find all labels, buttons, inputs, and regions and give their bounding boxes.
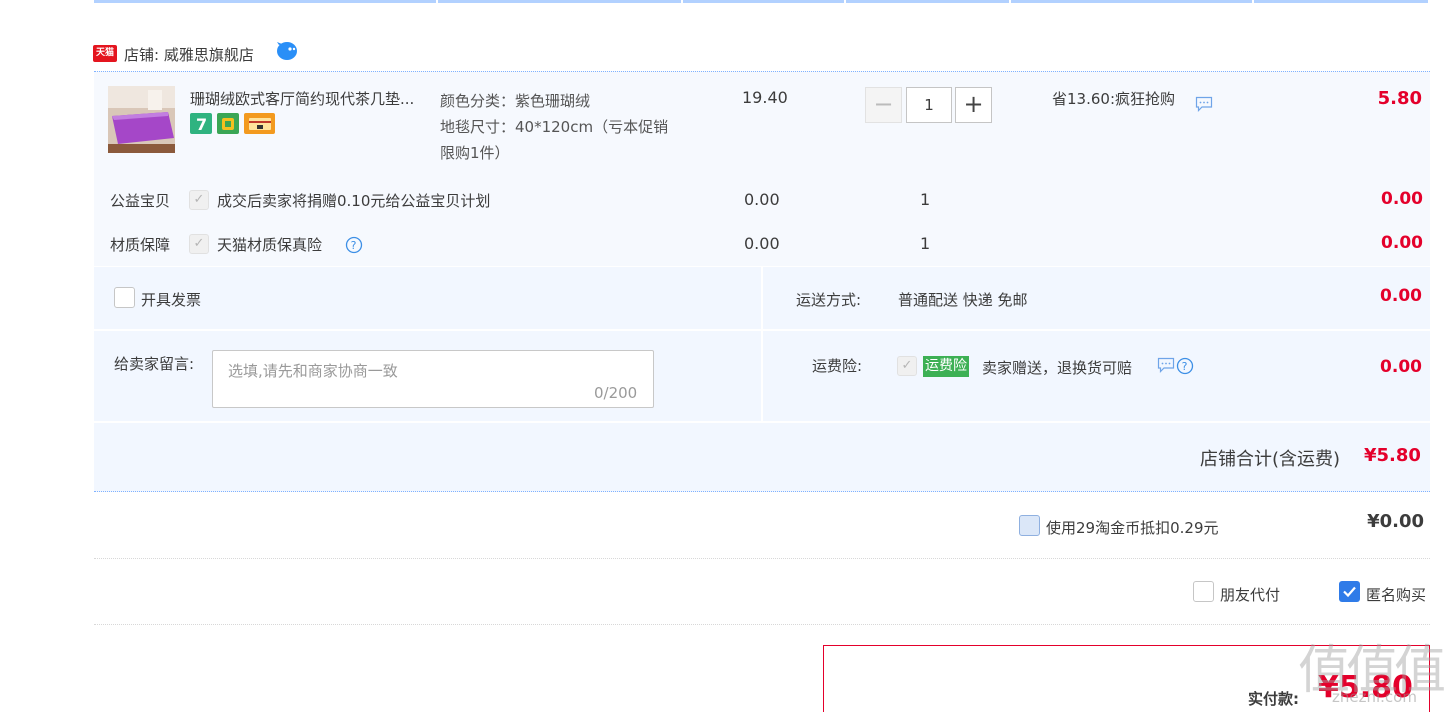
wangwang-chat-icon[interactable] xyxy=(276,41,298,61)
taobao-coin-discount: ¥0.00 xyxy=(1367,511,1424,532)
seller-message-placeholder: 选填,请先和商家协商一致 xyxy=(228,362,398,380)
service-label: 公益宝贝 xyxy=(110,192,171,210)
guarantee-shield-icon[interactable] xyxy=(217,113,239,134)
shipping-insurance-tag: 运费险 xyxy=(923,356,969,377)
service-label: 材质保障 xyxy=(110,236,171,254)
shipping-method-value: 普通配送 快递 免邮 xyxy=(898,291,1028,309)
material-insurance-checkbox: ✓ xyxy=(189,234,209,254)
shop-name-link[interactable]: 店铺: 威雅思旗舰店 xyxy=(124,44,254,65)
charity-checkbox: ✓ xyxy=(189,190,209,210)
product-title-link[interactable]: 珊瑚绒欧式客厅简约现代茶几垫... xyxy=(190,88,435,109)
seller-message-label: 给卖家留言: xyxy=(114,355,195,373)
invoice-label[interactable]: 开具发票 xyxy=(141,289,201,310)
service-price: 0.00 xyxy=(744,234,780,253)
friend-pay-label[interactable]: 朋友代付 xyxy=(1220,584,1280,605)
insurance-comment-icon[interactable] xyxy=(1157,357,1175,373)
svg-text:?: ? xyxy=(1182,360,1188,373)
promotion-comment-icon[interactable] xyxy=(1195,96,1213,112)
charity-text: 成交后卖家将捐赠0.10元给公益宝贝计划 xyxy=(217,192,491,210)
invoice-checkbox[interactable] xyxy=(114,287,135,308)
table-header-strip xyxy=(94,0,1430,3)
svg-text:?: ? xyxy=(351,239,357,252)
material-insurance-text: 天猫材质保真险 xyxy=(217,236,323,254)
shipping-insurance-fee: 0.00 xyxy=(1380,357,1422,377)
shipping-panel xyxy=(763,267,1430,329)
shipping-insurance-checkbox: ✓ xyxy=(897,356,917,376)
divider xyxy=(94,624,1430,625)
sku-size: 地毯尺寸：40*120cm（亏本促销限购1件） xyxy=(440,118,669,162)
item-subtotal: 5.80 xyxy=(1377,88,1422,109)
service-total: 0.00 xyxy=(1381,189,1423,209)
friend-pay-checkbox[interactable] xyxy=(1193,581,1214,602)
anonymous-purchase-checkbox[interactable] xyxy=(1339,581,1360,602)
unit-price: 19.40 xyxy=(742,88,788,107)
promotion-text: 省13.60:疯狂抢购 xyxy=(1052,90,1175,108)
help-question-icon[interactable]: ? xyxy=(345,236,363,254)
message-char-count: 0/200 xyxy=(594,384,638,402)
shop-total-value: ¥5.80 xyxy=(1364,445,1421,466)
service-price: 0.00 xyxy=(744,190,780,209)
taobao-coin-checkbox[interactable] xyxy=(1019,515,1040,536)
service-qty: 1 xyxy=(920,234,931,253)
service-badges: 7 xyxy=(190,113,275,134)
actual-payment-label: 实付款: xyxy=(1248,690,1299,708)
product-thumbnail[interactable] xyxy=(108,86,175,153)
watermark-url: zhezhi.com xyxy=(1332,688,1417,706)
quantity-increase-button[interactable]: + xyxy=(955,87,992,123)
shipping-insurance-text: 卖家赠送，退换货可赔 xyxy=(982,359,1133,377)
tmall-logo: 天猫 xyxy=(93,45,117,62)
taobao-coin-label[interactable]: 使用29淘金币抵扣0.29元 xyxy=(1046,517,1219,538)
sku-color: 颜色分类：紫色珊瑚绒 xyxy=(440,92,591,110)
service-qty: 1 xyxy=(920,190,931,209)
svg-text:7: 7 xyxy=(196,115,207,133)
shipping-insurance-label: 运费险: xyxy=(812,357,863,375)
insurance-help-icon[interactable]: ? xyxy=(1176,357,1194,375)
quantity-decrease-button[interactable]: − xyxy=(865,87,902,123)
anonymous-purchase-label[interactable]: 匿名购买 xyxy=(1366,584,1426,605)
shipping-method-label: 运送方式: xyxy=(796,291,862,309)
service-total: 0.00 xyxy=(1381,233,1423,253)
seven-day-return-icon[interactable]: 7 xyxy=(190,113,212,134)
shipping-fee: 0.00 xyxy=(1380,286,1422,306)
credit-card-icon[interactable] xyxy=(244,113,275,134)
checkmark-icon xyxy=(1343,586,1356,598)
sku-info: 颜色分类：紫色珊瑚绒 地毯尺寸：40*120cm（亏本促销限购1件） xyxy=(440,88,680,166)
shop-total-label: 店铺合计(含运费) xyxy=(1200,449,1341,470)
quantity-input[interactable]: 1 xyxy=(906,87,952,123)
divider xyxy=(94,558,1430,559)
